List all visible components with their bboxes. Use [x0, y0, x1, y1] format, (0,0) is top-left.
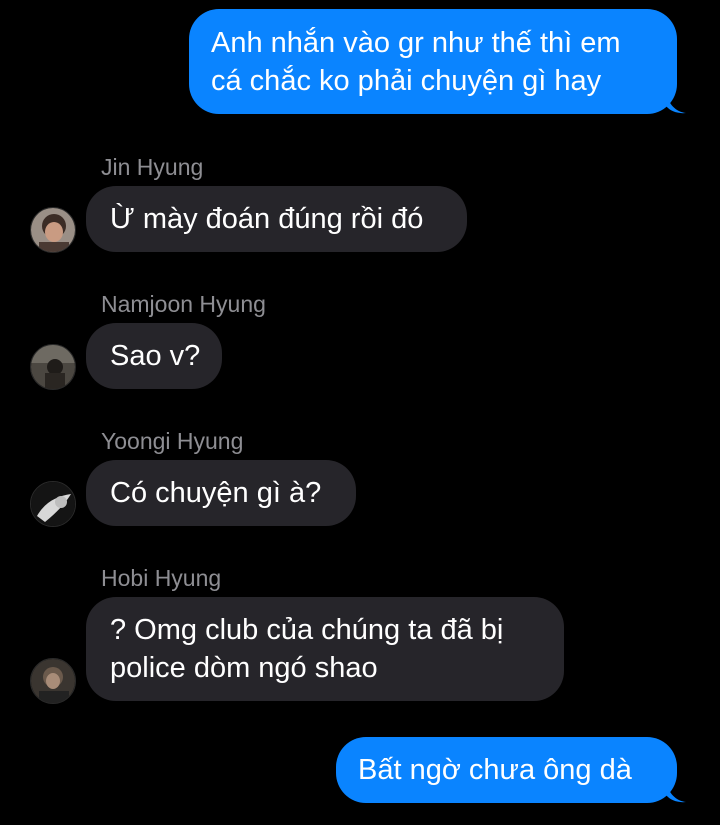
message-text: Anh nhắn vào gr như thế thì em	[211, 26, 621, 59]
bubble-tail-icon	[666, 781, 686, 803]
bubble-tail-icon	[666, 92, 686, 114]
message-text: ? Omg club của chúng ta đã bị	[110, 614, 504, 646]
incoming-message-bubble[interactable]: Có chuyện gì à?	[86, 460, 356, 526]
sender-name: Hobi Hyung	[101, 565, 222, 591]
yoongi-avatar[interactable]	[30, 481, 76, 527]
incoming-message-bubble[interactable]: Sao v?	[86, 323, 222, 389]
sender-name: Jin Hyung	[101, 154, 204, 180]
hobi-avatar[interactable]	[30, 658, 76, 704]
message-text: Sao v?	[110, 340, 201, 372]
outgoing-message-bubble[interactable]: Bất ngờ chưa ông dà	[336, 737, 677, 803]
message-text: police dòm ngó shao	[110, 652, 378, 684]
incoming-message-bubble[interactable]: Ừ mày đoán đúng rồi đó	[86, 186, 467, 252]
incoming-message-bubble[interactable]: ? Omg club của chúng ta đã bị police dòm…	[86, 597, 564, 701]
outgoing-message-bubble[interactable]: Anh nhắn vào gr như thế thì em cá chắc k…	[189, 9, 677, 114]
message-text: Có chuyện gì à?	[110, 477, 322, 509]
message-text: Ừ mày đoán đúng rồi đó	[110, 203, 424, 235]
jin-avatar[interactable]	[30, 207, 76, 253]
sender-name: Namjoon Hyung	[101, 291, 266, 317]
message-text: Bất ngờ chưa ông dà	[358, 754, 632, 786]
sender-name: Yoongi Hyung	[101, 428, 244, 454]
message-thread: Anh nhắn vào gr như thế thì em cá chắc k…	[0, 0, 720, 825]
message-text: cá chắc ko phải chuyện gì hay	[211, 64, 602, 97]
namjoon-avatar[interactable]	[30, 344, 76, 390]
